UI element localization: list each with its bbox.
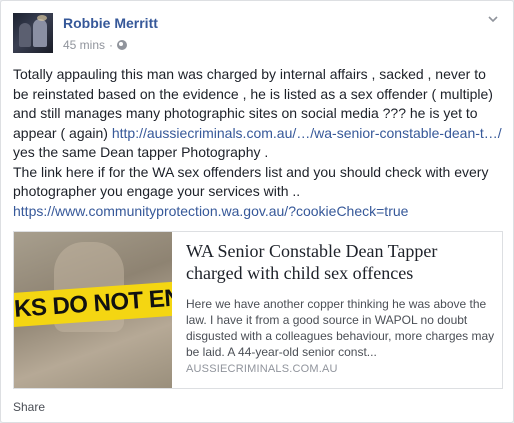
meta-separator: · [109,38,114,52]
post-text-part3: The link here if for the WA sex offender… [13,163,489,200]
post-link-aussiecriminals[interactable]: http://aussiecriminals.com.au/…/wa-senio… [112,125,502,141]
author-name[interactable]: Robbie Merritt [63,15,158,31]
avatar[interactable] [13,13,53,53]
post-link-communityprotection[interactable]: https://www.communityprotection.wa.gov.a… [13,203,408,219]
link-preview-title[interactable]: WA Senior Constable Dean Tapper charged … [186,240,496,284]
post-text-part2: yes the same Dean tapper Photography . [13,144,269,160]
police-tape-text: KS DO NOT ENTE [14,282,172,323]
link-preview-image[interactable]: KS DO NOT ENTE [14,232,172,388]
post-body: Totally appauling this man was charged b… [13,65,503,221]
share-button[interactable]: Share [13,400,45,414]
chevron-down-icon[interactable] [487,13,499,25]
link-preview-domain: AUSSIECRIMINALS.COM.AU [186,363,338,375]
link-preview-description: Here we have another copper thinking he … [186,297,495,359]
globe-icon[interactable] [117,40,128,50]
facebook-post: Robbie Merritt 45 mins · Totally appauli… [0,0,514,423]
post-meta: 45 mins · [63,38,128,52]
link-preview-card[interactable]: KS DO NOT ENTE WA Senior Constable Dean … [13,231,503,389]
post-timestamp[interactable]: 45 mins [63,38,105,52]
police-tape: KS DO NOT ENTE [14,280,172,328]
